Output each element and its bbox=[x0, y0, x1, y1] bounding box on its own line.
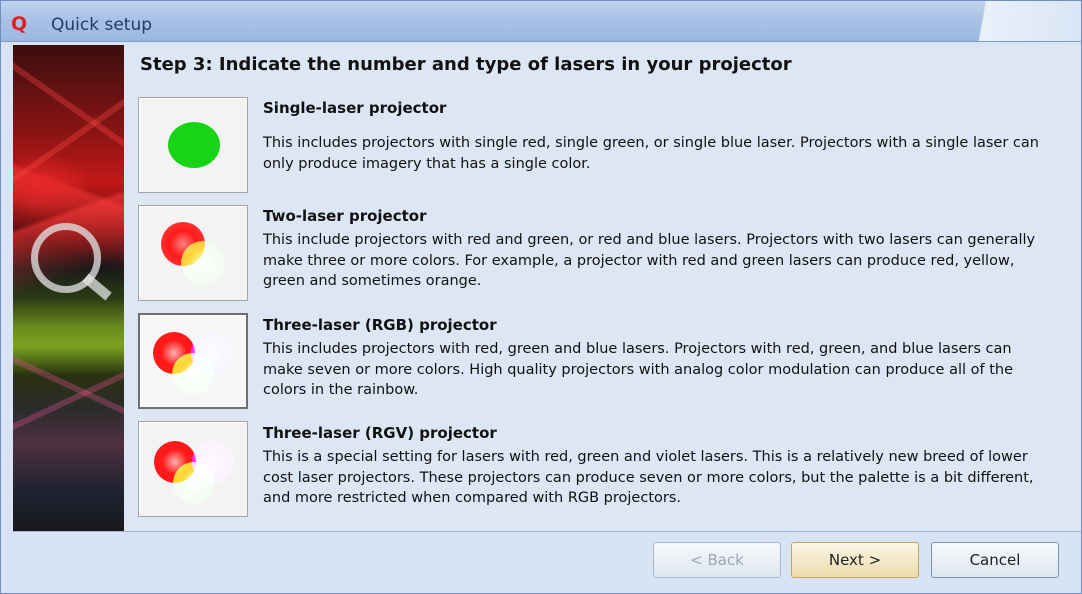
option-description: This include projectors with red and gre… bbox=[263, 232, 1036, 289]
three-laser-rgv-option-button[interactable] bbox=[138, 421, 248, 517]
step-title: Step 3: Indicate the number and type of … bbox=[140, 54, 792, 75]
red-green-violet-lasers-icon bbox=[154, 441, 234, 504]
two-laser-option-button[interactable] bbox=[138, 205, 248, 301]
option-title: Two-laser projector bbox=[263, 207, 427, 225]
wizard-footer bbox=[1, 532, 1081, 593]
option-title: Three-laser (RGV) projector bbox=[263, 424, 497, 442]
option-title: Single-laser projector bbox=[263, 99, 447, 117]
single-green-laser-icon bbox=[168, 122, 220, 168]
cancel-button[interactable]: Cancel bbox=[931, 542, 1059, 578]
option-description: This includes projectors with red, green… bbox=[263, 341, 1014, 398]
q-logo-icon bbox=[31, 223, 101, 293]
quick-setup-window: Q Quick setup Step 3: Indicate the numbe… bbox=[0, 0, 1082, 594]
wizard-sidebar-image bbox=[13, 45, 124, 531]
red-green-blue-lasers-icon bbox=[153, 332, 233, 395]
app-logo-icon: Q bbox=[11, 13, 28, 35]
next-button[interactable]: Next > bbox=[791, 542, 919, 578]
single-laser-option-button[interactable] bbox=[138, 97, 248, 193]
option-description: This is a special setting for lasers wit… bbox=[263, 449, 1034, 506]
option-title: Three-laser (RGB) projector bbox=[263, 316, 497, 334]
back-button[interactable]: < Back bbox=[653, 542, 781, 578]
option-description: This includes projectors with single red… bbox=[263, 135, 1039, 172]
three-laser-rgb-option-button[interactable] bbox=[138, 313, 248, 409]
title-bar[interactable]: Q Quick setup bbox=[1, 1, 1081, 42]
window-title: Quick setup bbox=[51, 15, 153, 35]
red-green-lasers-icon bbox=[161, 222, 225, 285]
wizard-content: Step 3: Indicate the number and type of … bbox=[124, 45, 1081, 531]
